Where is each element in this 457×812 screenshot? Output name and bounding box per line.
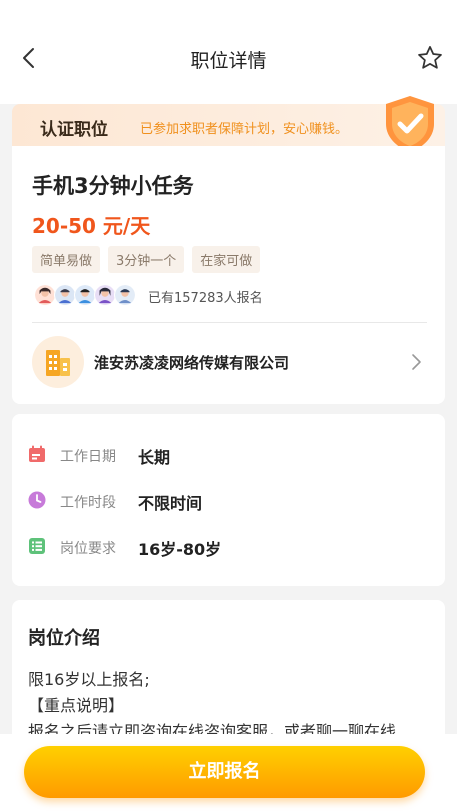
avatar xyxy=(34,284,56,306)
company-logo xyxy=(32,336,84,388)
checklist-icon xyxy=(29,538,45,554)
info-label: 工作日期 xyxy=(60,449,116,465)
info-value: 长期 xyxy=(138,448,171,467)
job-tag: 3分钟一个 xyxy=(108,246,185,273)
description-line: 【重点说明】 xyxy=(28,696,125,715)
page-title: 职位详情 xyxy=(190,50,267,72)
bottom-bar: 立即报名 xyxy=(0,734,457,812)
salary: 20-50 元/天 xyxy=(32,214,151,238)
favorite-star-icon[interactable] xyxy=(416,44,444,72)
job-summary-card: 手机3分钟小任务 20-50 元/天 简单易做 3分钟一个 在家可做 已有157… xyxy=(12,146,445,404)
info-label: 工作时段 xyxy=(60,495,116,511)
avatar xyxy=(114,284,136,306)
job-info-card: 工作日期 长期 工作时段 不限时间 岗位要求 16岁-80岁 xyxy=(12,414,445,586)
divider xyxy=(32,322,427,323)
signup-count: 已有157283人报名 xyxy=(148,291,263,306)
certified-title: 认证职位 xyxy=(40,120,108,140)
avatar xyxy=(54,284,76,306)
chevron-right-icon xyxy=(412,354,421,370)
job-tags: 简单易做 3分钟一个 在家可做 xyxy=(32,246,261,273)
clock-icon xyxy=(28,491,46,509)
applicant-avatars xyxy=(34,284,138,306)
info-row-work-hours: 工作时段 不限时间 xyxy=(12,486,445,516)
company-name: 淮安苏凌凌网络传媒有限公司 xyxy=(94,354,290,372)
calendar-icon xyxy=(29,445,45,462)
certified-desc: 已参加求职者保障计划，安心赚钱。 xyxy=(140,122,349,137)
description-title: 岗位介绍 xyxy=(28,628,100,649)
top-bar: 职位详情 xyxy=(0,0,457,104)
avatar xyxy=(74,284,96,306)
info-row-work-date: 工作日期 长期 xyxy=(12,440,445,470)
apply-now-button[interactable]: 立即报名 xyxy=(24,746,425,798)
info-label: 岗位要求 xyxy=(60,541,116,557)
info-value: 16岁-80岁 xyxy=(138,540,222,559)
info-row-requirements: 岗位要求 16岁-80岁 xyxy=(12,532,445,562)
job-title: 手机3分钟小任务 xyxy=(32,174,194,198)
description-line: 限16岁以上报名; xyxy=(28,670,150,689)
building-icon xyxy=(46,350,70,376)
info-value: 不限时间 xyxy=(138,494,203,513)
job-tag: 在家可做 xyxy=(192,246,261,273)
job-tag: 简单易做 xyxy=(32,246,101,273)
avatar xyxy=(94,284,116,306)
